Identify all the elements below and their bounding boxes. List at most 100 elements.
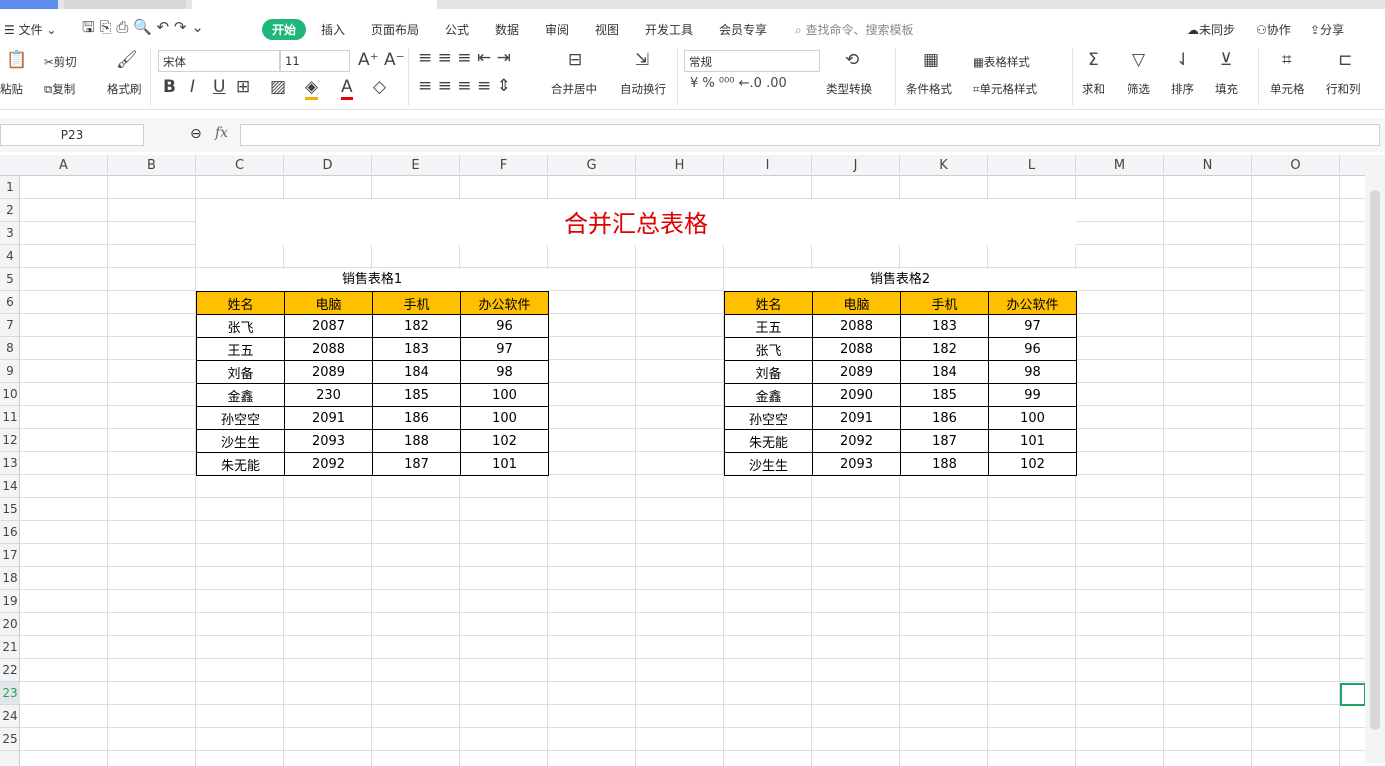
data-cell[interactable]: 188: [372, 429, 461, 453]
row-header[interactable]: 10: [0, 383, 20, 406]
data-cell[interactable]: 2088: [284, 337, 373, 361]
column-header[interactable]: I: [724, 155, 812, 176]
tab-start[interactable]: 开始: [262, 19, 307, 40]
tab-member[interactable]: 会员专享: [719, 21, 767, 38]
data-cell[interactable]: 102: [988, 452, 1077, 476]
table1-caption[interactable]: 销售表格1: [196, 269, 548, 291]
sort-button[interactable]: 排序: [1171, 81, 1194, 97]
fill-icon[interactable]: ⊻: [1220, 50, 1232, 70]
data-cell[interactable]: 2092: [284, 452, 373, 476]
fx-icon[interactable]: fx: [215, 125, 228, 141]
underline-icon[interactable]: U: [213, 77, 225, 97]
header-cell[interactable]: 电脑: [284, 291, 373, 315]
tab-review[interactable]: 审阅: [545, 21, 569, 38]
data-cell[interactable]: 刘备: [196, 360, 285, 384]
data-cell[interactable]: 2088: [812, 337, 901, 361]
data-cell[interactable]: 185: [900, 383, 989, 407]
number-format-icons[interactable]: ¥ % ⁰⁰⁰ ←.0 .00: [690, 76, 787, 91]
data-cell[interactable]: 张飞: [196, 314, 285, 338]
wrap-text-button[interactable]: 自动换行: [620, 81, 666, 97]
paste-icon[interactable]: 📋: [6, 50, 27, 70]
data-cell[interactable]: 100: [460, 406, 549, 430]
data-cell[interactable]: 沙生生: [196, 429, 285, 453]
data-cell[interactable]: 2092: [812, 429, 901, 453]
scroll-thumb[interactable]: [1370, 190, 1380, 730]
row-col-button[interactable]: 行和列: [1326, 81, 1361, 97]
column-header[interactable]: F: [460, 155, 548, 176]
column-header[interactable]: M: [1076, 155, 1164, 176]
row-header[interactable]: 5: [0, 268, 20, 291]
header-cell[interactable]: 办公软件: [988, 291, 1077, 315]
row-header[interactable]: 24: [0, 705, 20, 728]
merge-center-button[interactable]: 合并居中: [551, 81, 597, 97]
formula-input[interactable]: [240, 124, 1380, 146]
copy-button[interactable]: ⧉复制: [44, 81, 75, 97]
fill-button[interactable]: 填充: [1215, 81, 1238, 97]
font-size-adjust-icons[interactable]: A⁺ A⁻: [358, 50, 405, 70]
data-cell[interactable]: 102: [460, 429, 549, 453]
table2-caption[interactable]: 销售表格2: [724, 269, 1076, 291]
data-cell[interactable]: 182: [900, 337, 989, 361]
data-cell[interactable]: 96: [460, 314, 549, 338]
row-header[interactable]: 12: [0, 429, 20, 452]
type-convert-icon[interactable]: ⟲: [845, 50, 859, 70]
font-color-icon[interactable]: A: [341, 77, 353, 100]
tab-view[interactable]: 视图: [595, 21, 619, 38]
row-header[interactable]: 18: [0, 567, 20, 590]
row-header[interactable]: 1: [0, 176, 20, 199]
selected-cell[interactable]: [1340, 683, 1366, 706]
data-cell[interactable]: 101: [988, 429, 1077, 453]
column-header[interactable]: D: [284, 155, 372, 176]
merge-center-icon[interactable]: ⊟: [568, 50, 582, 70]
filter-button[interactable]: 筛选: [1127, 81, 1150, 97]
tab-doc[interactable]: [64, 0, 186, 9]
file-menu[interactable]: ☰ 文件 ⌄: [4, 21, 56, 38]
conditional-format-icon[interactable]: ▦: [923, 50, 939, 70]
data-cell[interactable]: 2088: [812, 314, 901, 338]
data-cell[interactable]: 2089: [812, 360, 901, 384]
zoom-icon[interactable]: ⊖: [190, 126, 202, 142]
tab-developer[interactable]: 开发工具: [645, 21, 693, 38]
header-cell[interactable]: 姓名: [196, 291, 285, 315]
data-cell[interactable]: 183: [372, 337, 461, 361]
column-header[interactable]: G: [548, 155, 636, 176]
row-header[interactable]: 9: [0, 360, 20, 383]
column-header[interactable]: C: [196, 155, 284, 176]
data-cell[interactable]: 184: [900, 360, 989, 384]
paste-button[interactable]: 粘贴: [0, 81, 23, 97]
data-cell[interactable]: 187: [900, 429, 989, 453]
cell-icon[interactable]: ⌗: [1282, 50, 1292, 70]
data-cell[interactable]: 99: [988, 383, 1077, 407]
column-header[interactable]: O: [1252, 155, 1340, 176]
align-icons[interactable]: ≡ ≡ ≡ ⇤ ⇥: [418, 48, 511, 68]
filter-icon[interactable]: ▽: [1132, 50, 1145, 70]
row-header[interactable]: 25: [0, 728, 20, 751]
data-cell[interactable]: 朱无能: [196, 452, 285, 476]
fill-color-icon[interactable]: ◈: [305, 77, 319, 100]
data-cell[interactable]: 2093: [284, 429, 373, 453]
data-cell[interactable]: 孙空空: [196, 406, 285, 430]
data-cell[interactable]: 186: [372, 406, 461, 430]
format-painter-icon[interactable]: 🖌: [116, 50, 138, 70]
row-header[interactable]: 15: [0, 498, 20, 521]
data-cell[interactable]: 101: [460, 452, 549, 476]
data-cell[interactable]: 185: [372, 383, 461, 407]
column-header[interactable]: K: [900, 155, 988, 176]
data-cell[interactable]: 100: [988, 406, 1077, 430]
type-convert-button[interactable]: 类型转换: [826, 81, 872, 97]
row-header[interactable]: 20: [0, 613, 20, 636]
header-cell[interactable]: 电脑: [812, 291, 901, 315]
header-cell[interactable]: 姓名: [724, 291, 813, 315]
tab-insert[interactable]: 插入: [321, 21, 345, 38]
data-cell[interactable]: 朱无能: [724, 429, 813, 453]
column-header[interactable]: L: [988, 155, 1076, 176]
column-header[interactable]: H: [636, 155, 724, 176]
data-cell[interactable]: 金鑫: [196, 383, 285, 407]
cut-button[interactable]: ✂剪切: [44, 54, 77, 70]
clear-icon[interactable]: ◇: [373, 77, 386, 97]
data-cell[interactable]: 2090: [812, 383, 901, 407]
tab-page-layout[interactable]: 页面布局: [371, 21, 419, 38]
row-header[interactable]: 16: [0, 521, 20, 544]
sum-button[interactable]: 求和: [1082, 81, 1105, 97]
data-cell[interactable]: 97: [460, 337, 549, 361]
